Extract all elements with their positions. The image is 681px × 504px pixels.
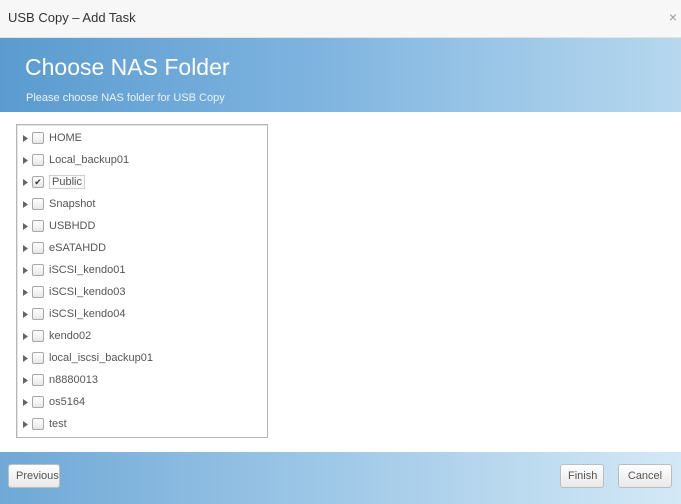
tree-item-label[interactable]: eSATAHDD [49, 242, 106, 254]
triangle-right-icon[interactable] [21, 177, 29, 187]
previous-button[interactable]: Previous [8, 464, 60, 488]
tree-item[interactable]: os5164 [21, 393, 85, 411]
tree-item[interactable]: HOME [21, 129, 82, 147]
tree-item-label[interactable]: os5164 [49, 396, 85, 408]
tree-item[interactable]: USBHDD [21, 217, 95, 235]
triangle-right-icon[interactable] [21, 265, 29, 275]
usb-copy-dialog: USB Copy – Add Task × Choose NAS Folder … [0, 0, 681, 504]
tree-item[interactable]: eSATAHDD [21, 239, 106, 257]
checkbox[interactable] [32, 264, 44, 276]
checkbox[interactable] [32, 242, 44, 254]
tree-item-label[interactable]: test [49, 418, 67, 430]
tree-item[interactable]: iSCSI_kendo03 [21, 283, 125, 301]
triangle-right-icon[interactable] [21, 375, 29, 385]
tree-item-label[interactable]: Snapshot [49, 198, 95, 210]
triangle-right-icon[interactable] [21, 419, 29, 429]
triangle-right-icon[interactable] [21, 221, 29, 231]
close-icon[interactable]: × [669, 9, 677, 25]
tree-item[interactable]: iSCSI_kendo04 [21, 305, 125, 323]
checkbox[interactable] [32, 396, 44, 408]
tree-item-label[interactable]: HOME [49, 132, 82, 144]
checkbox[interactable] [32, 286, 44, 298]
checkbox[interactable] [32, 132, 44, 144]
checkbox[interactable] [32, 198, 44, 210]
dialog-title: USB Copy – Add Task [8, 10, 136, 25]
tree-item-label[interactable]: iSCSI_kendo01 [49, 264, 125, 276]
tree-item-label[interactable]: Local_backup01 [49, 154, 129, 166]
cancel-button[interactable]: Cancel [618, 464, 672, 488]
checkbox[interactable] [32, 374, 44, 386]
tree-item-label[interactable]: iSCSI_kendo03 [49, 286, 125, 298]
triangle-right-icon[interactable] [21, 353, 29, 363]
checkbox[interactable] [32, 352, 44, 364]
tree-item[interactable]: Snapshot [21, 195, 95, 213]
tree-item[interactable]: Local_backup01 [21, 151, 129, 169]
tree-item-label[interactable]: n8880013 [49, 374, 98, 386]
checkbox-checked[interactable]: ✔ [32, 176, 44, 188]
tree-item[interactable]: kendo02 [21, 327, 91, 345]
tree-item-label[interactable]: Public [49, 175, 85, 189]
triangle-right-icon[interactable] [21, 199, 29, 209]
tree-item-label[interactable]: local_iscsi_backup01 [49, 352, 153, 364]
tree-item-label[interactable]: kendo02 [49, 330, 91, 342]
tree-item[interactable]: n8880013 [21, 371, 98, 389]
checkbox[interactable] [32, 154, 44, 166]
tree-item[interactable]: ✔ Public [21, 173, 85, 191]
checkbox[interactable] [32, 330, 44, 342]
triangle-right-icon[interactable] [21, 155, 29, 165]
triangle-right-icon[interactable] [21, 397, 29, 407]
triangle-right-icon[interactable] [21, 287, 29, 297]
finish-button[interactable]: Finish [560, 464, 604, 488]
triangle-right-icon[interactable] [21, 331, 29, 341]
tree-item[interactable]: local_iscsi_backup01 [21, 349, 153, 367]
tree-item[interactable]: iSCSI_kendo01 [21, 261, 125, 279]
triangle-right-icon[interactable] [21, 243, 29, 253]
nas-folder-tree[interactable]: HOME Local_backup01 ✔ Public Snapshot USBHDD e… [16, 124, 268, 438]
tree-item-label[interactable]: iSCSI_kendo04 [49, 308, 125, 320]
triangle-right-icon[interactable] [21, 133, 29, 143]
wizard-banner: Choose NAS Folder Please choose NAS fold… [0, 38, 681, 112]
dialog-titlebar: USB Copy – Add Task × [0, 0, 681, 38]
dialog-footer: Previous Finish Cancel [0, 452, 681, 504]
checkbox[interactable] [32, 418, 44, 430]
checkbox[interactable] [32, 220, 44, 232]
tree-item-label[interactable]: USBHDD [49, 220, 95, 232]
triangle-right-icon[interactable] [21, 309, 29, 319]
page-subtitle: Please choose NAS folder for USB Copy [26, 92, 225, 104]
page-title: Choose NAS Folder [25, 54, 230, 80]
checkbox[interactable] [32, 308, 44, 320]
tree-item[interactable]: test [21, 415, 67, 433]
